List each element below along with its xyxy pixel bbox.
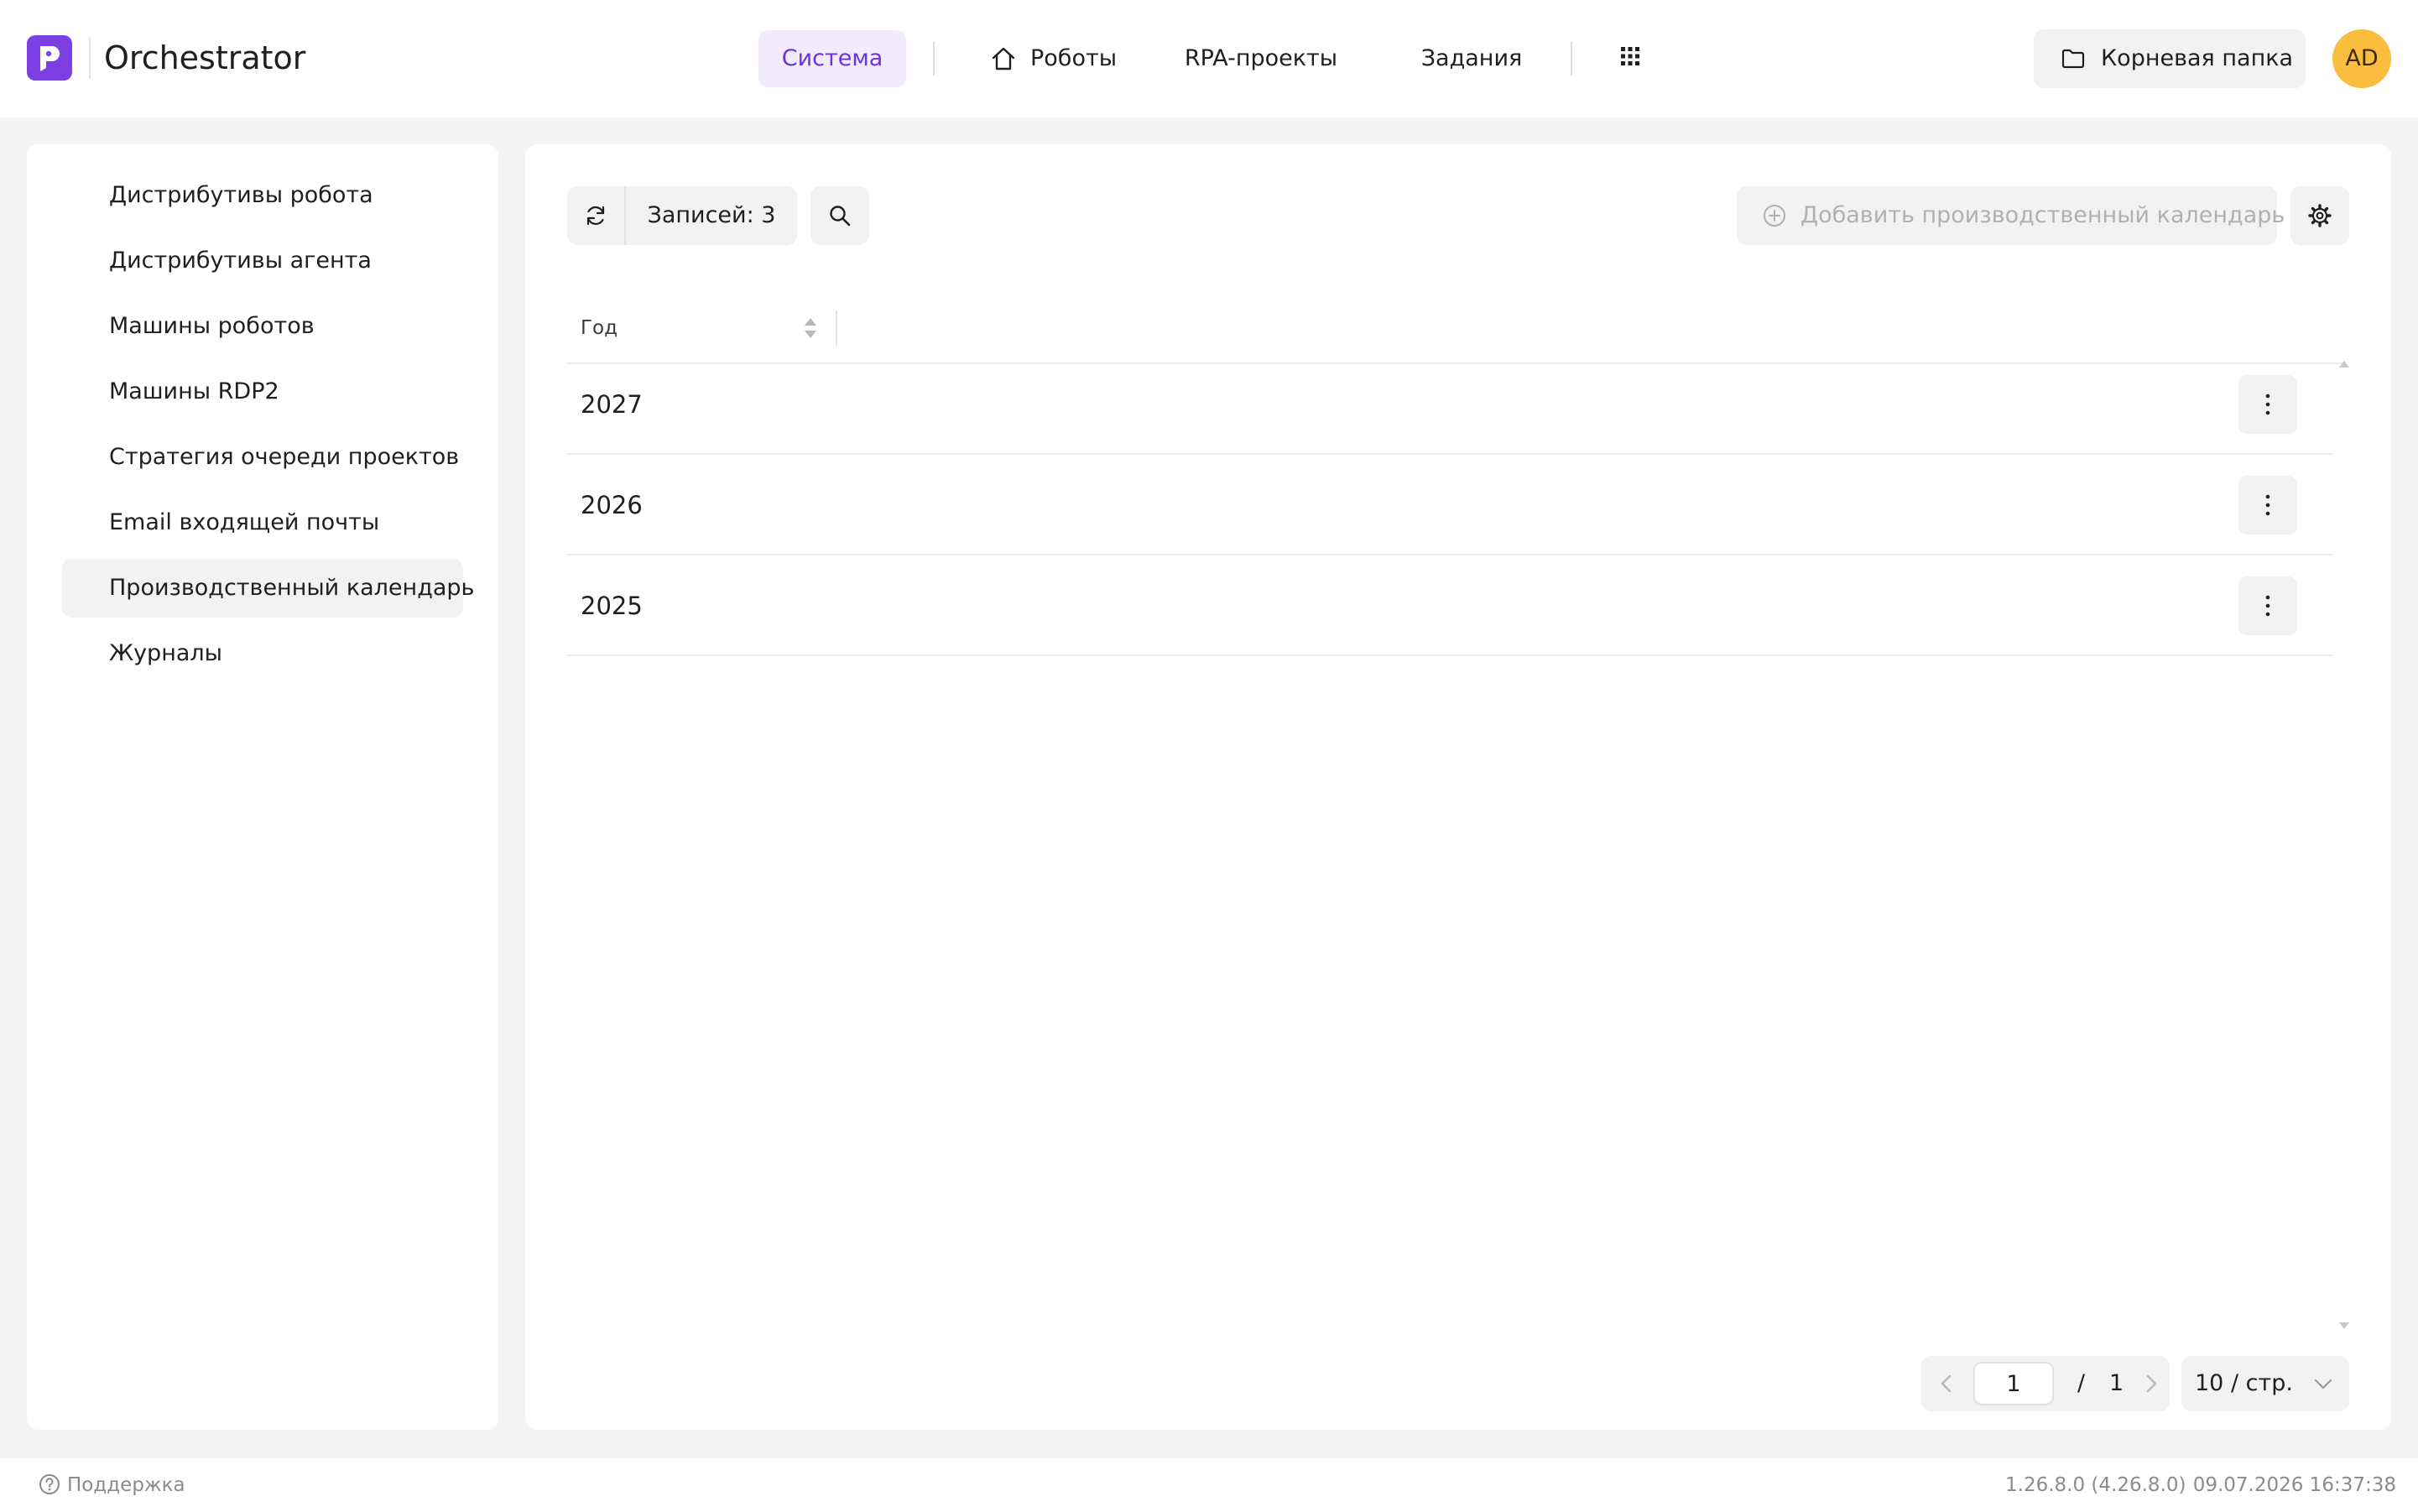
logo-icon[interactable] bbox=[27, 35, 72, 81]
nav-robots-label: Роботы bbox=[1030, 45, 1118, 71]
add-calendar-button[interactable]: Добавить производственный календарь bbox=[1737, 186, 2285, 245]
page-separator: / bbox=[2077, 1370, 2086, 1396]
sort-icon[interactable] bbox=[802, 315, 819, 341]
row-year: 2027 bbox=[581, 390, 643, 419]
support-label: Поддержка bbox=[67, 1474, 185, 1496]
app-title: Orchestrator bbox=[104, 39, 306, 76]
row-year: 2025 bbox=[581, 592, 643, 620]
sidebar-item-inbound-email[interactable]: Email входящей почты bbox=[62, 493, 463, 552]
home-icon bbox=[992, 47, 1015, 70]
table-row[interactable]: 2026 bbox=[567, 455, 2332, 555]
table-row[interactable]: 2027 bbox=[567, 354, 2332, 455]
more-vertical-icon bbox=[2265, 595, 2270, 617]
root-folder-button[interactable]: Корневая папка bbox=[2034, 29, 2306, 88]
add-calendar-label: Добавить производственный календарь bbox=[1800, 202, 2285, 228]
sidebar-item-agent-distributions[interactable]: Дистрибутивы агента bbox=[62, 232, 463, 290]
more-vertical-icon bbox=[2265, 494, 2270, 516]
records-toolbar: Записей: 3 bbox=[567, 186, 797, 245]
row-actions-button[interactable] bbox=[2238, 476, 2297, 534]
row-actions-button[interactable] bbox=[2238, 375, 2297, 434]
more-vertical-icon bbox=[2265, 394, 2270, 415]
grid-icon[interactable] bbox=[1619, 45, 1641, 67]
nav-tasks-label: Задания bbox=[1420, 45, 1523, 71]
nav-tasks[interactable]: Задания bbox=[1413, 30, 1530, 87]
chevron-left-icon[interactable] bbox=[1936, 1373, 1957, 1395]
scroll-down-icon[interactable] bbox=[2337, 1321, 2351, 1331]
scroll-up-icon[interactable] bbox=[2337, 359, 2351, 369]
total-pages: 1 bbox=[2109, 1370, 2124, 1396]
plus-circle-icon bbox=[1764, 205, 1785, 227]
page-number-input[interactable] bbox=[1973, 1362, 2054, 1405]
current-datetime: 09.07.2026 16:37:38 bbox=[2192, 1474, 2396, 1496]
sidebar-item-queue-strategy[interactable]: Стратегия очереди проектов bbox=[62, 428, 463, 487]
chevron-right-icon[interactable] bbox=[2141, 1373, 2161, 1395]
chevron-down-icon bbox=[2314, 1379, 2332, 1389]
refresh-icon bbox=[586, 206, 605, 226]
row-year: 2026 bbox=[581, 491, 643, 519]
brand-divider bbox=[89, 37, 91, 79]
nav-rpa-projects[interactable]: RPA-проекты bbox=[1181, 30, 1341, 87]
avatar[interactable]: AD bbox=[2332, 29, 2391, 88]
search-button[interactable] bbox=[810, 186, 869, 245]
sidebar-item-robot-distributions[interactable]: Дистрибутивы робота bbox=[62, 166, 463, 225]
table-settings-button[interactable] bbox=[2290, 186, 2349, 245]
table-row[interactable]: 2025 bbox=[567, 555, 2332, 656]
sidebar-item-logs[interactable]: Журналы bbox=[62, 624, 463, 683]
sidebar-item-rdp2-machines[interactable]: Машины RDP2 bbox=[62, 362, 463, 421]
app-version: 1.26.8.0 (4.26.8.0) bbox=[2005, 1474, 2186, 1496]
help-icon bbox=[39, 1474, 60, 1494]
nav-system-label: Система bbox=[781, 45, 883, 71]
nav-divider bbox=[933, 42, 935, 76]
column-divider bbox=[836, 310, 837, 346]
nav-robots[interactable]: Роботы bbox=[982, 30, 1124, 87]
refresh-button[interactable] bbox=[567, 186, 624, 245]
sidebar-item-production-calendar[interactable]: Производственный календарь bbox=[62, 559, 474, 618]
nav-divider bbox=[1571, 42, 1572, 76]
row-actions-button[interactable] bbox=[2238, 576, 2297, 635]
records-count: Записей: 3 bbox=[647, 202, 776, 228]
main-panel: Записей: 3 Добавить производственный кал… bbox=[525, 144, 2391, 1430]
root-folder-label: Корневая папка bbox=[2101, 45, 2294, 71]
top-bar: Orchestrator Система Роботы RPA-проекты … bbox=[0, 0, 2418, 117]
folder-icon bbox=[2061, 49, 2085, 69]
sidebar: Дистрибутивы робота Дистрибутивы агента … bbox=[27, 144, 498, 1430]
page-size-select[interactable]: 10 / стр. bbox=[2181, 1356, 2349, 1411]
nav-system[interactable]: Система bbox=[758, 30, 906, 87]
pagination: / 1 bbox=[1921, 1356, 2170, 1411]
gear-icon bbox=[2308, 204, 2332, 227]
page-size-value: 10 / стр. bbox=[2195, 1370, 2293, 1396]
sidebar-item-robot-machines[interactable]: Машины роботов bbox=[62, 297, 463, 356]
footer: Поддержка 1.26.8.0 (4.26.8.0) 09.07.2026… bbox=[0, 1458, 2418, 1512]
nav-rpa-projects-label: RPA-проекты bbox=[1184, 45, 1338, 71]
search-icon bbox=[830, 206, 851, 227]
